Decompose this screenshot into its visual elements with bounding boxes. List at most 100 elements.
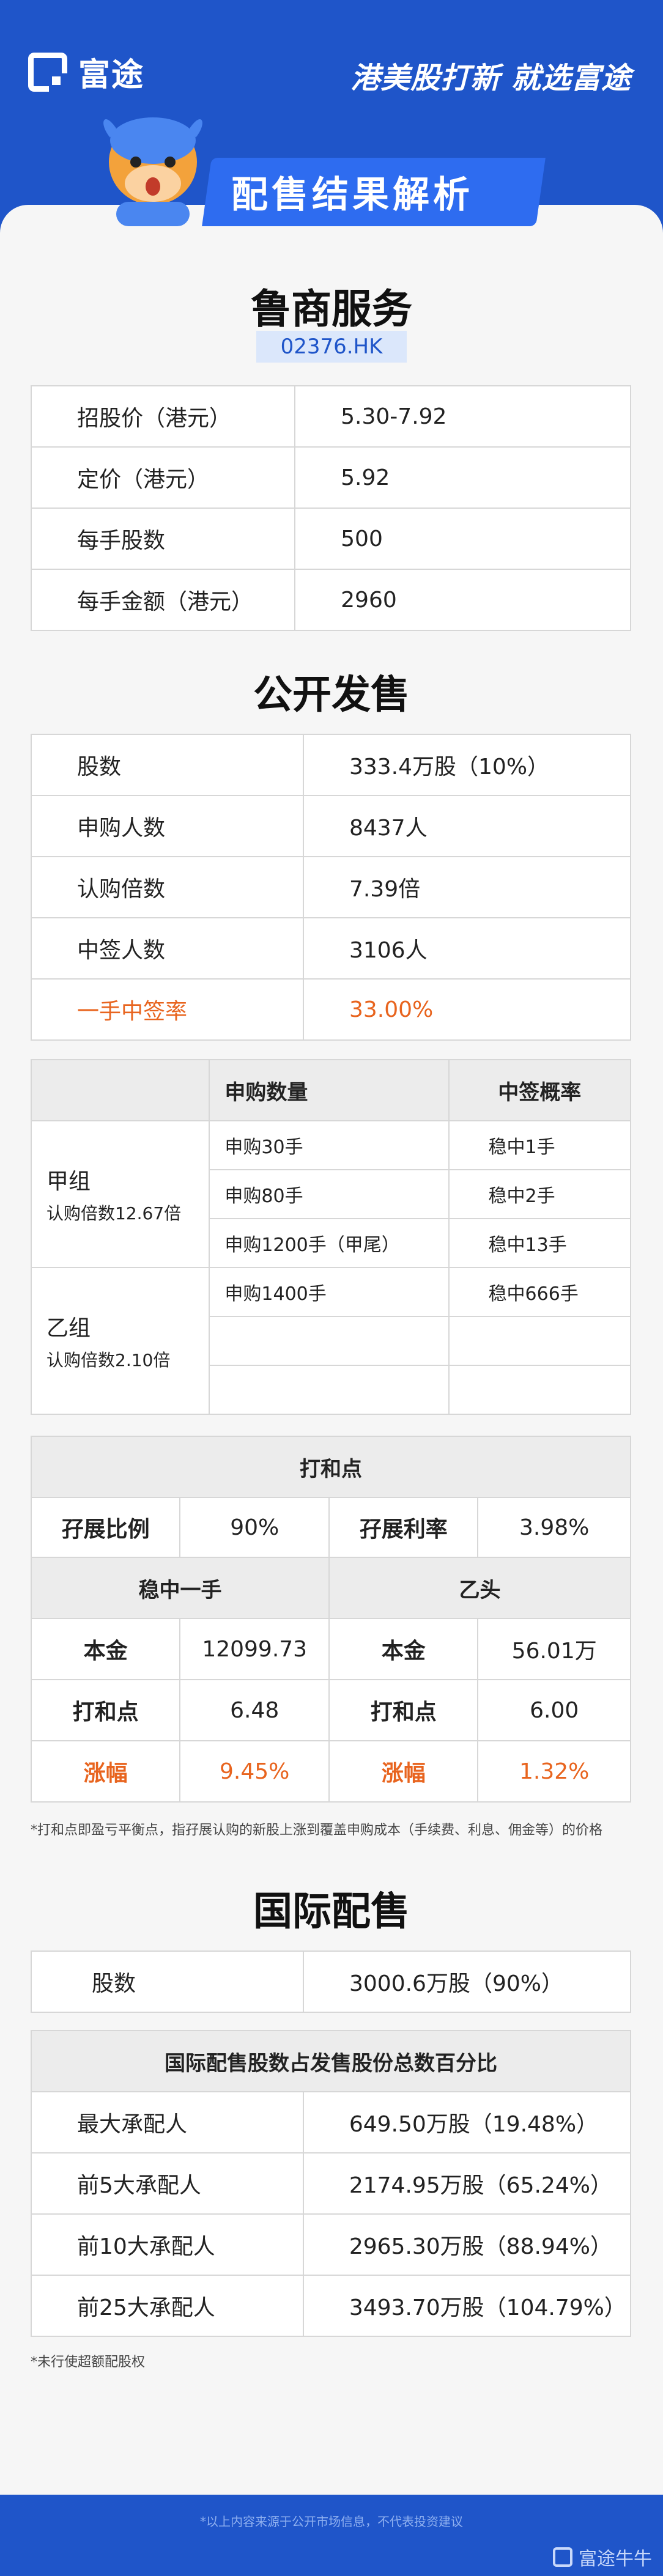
- qty-cell-empty: [209, 1365, 450, 1415]
- left-breakeven: 6.48: [179, 1679, 330, 1741]
- row-label: 前10大承配人: [31, 2213, 304, 2276]
- row-value: 33.00%: [302, 978, 632, 1041]
- table-row: 前25大承配人 3493.70万股（104.79%）: [31, 2275, 632, 2337]
- stock-name: 鲁商服务: [251, 286, 412, 333]
- table-row: 股数 333.4万股（10%）: [31, 734, 632, 796]
- row-value: 333.4万股（10%）: [302, 734, 632, 796]
- group-name: 乙组: [46, 1316, 91, 1341]
- margin-ratio-label: 孖展比例: [30, 1497, 181, 1558]
- qty-cell: 申购1400手: [209, 1267, 450, 1317]
- prob-cell: 稳中1手: [448, 1120, 632, 1170]
- principal-label: 本金: [30, 1618, 181, 1680]
- table-row: 最大承配人 649.50万股（19.48%）: [31, 2091, 632, 2153]
- row-label: 认购倍数: [31, 856, 304, 918]
- group-b-cell: 乙组 认购倍数2.10倍: [30, 1267, 210, 1415]
- row-label: 定价（港元）: [30, 446, 296, 509]
- row-label: 每手股数: [30, 507, 296, 570]
- table-row: 认购倍数 7.39倍: [31, 856, 632, 918]
- qty-cell-empty: [209, 1316, 450, 1366]
- table-row: 打和点 6.48 打和点 6.00: [30, 1679, 631, 1741]
- right-rise: 1.32%: [477, 1740, 631, 1803]
- basic-info-table: 招股价（港元） 5.30-7.92 定价（港元） 5.92 每手股数 500 每…: [30, 385, 631, 631]
- row-value: 8437人: [302, 795, 632, 857]
- right-breakeven: 6.00: [477, 1679, 631, 1741]
- table-row: 乙组 认购倍数2.10倍 申购1400手 稳中666手: [30, 1267, 632, 1415]
- bull-mascot-icon: [103, 117, 202, 226]
- table-header-row: 打和点: [31, 1436, 631, 1498]
- margin-rate-value: 3.98%: [477, 1497, 631, 1558]
- table-row: 本金 12099.73 本金 56.01万: [30, 1618, 631, 1680]
- intl-shares-table: 股数 3000.6万股（90%）: [31, 1950, 632, 2013]
- table-row: 招股价（港元） 5.30-7.92: [30, 385, 631, 448]
- left-principal: 12099.73: [179, 1618, 330, 1680]
- stock-code-badge: 02376.HK: [256, 331, 407, 363]
- row-value: 2174.95万股（65.24%）: [302, 2152, 632, 2215]
- breakeven-label: 打和点: [328, 1679, 479, 1741]
- table-row-highlight: 涨幅 9.45% 涨幅 1.32%: [30, 1740, 631, 1803]
- table-row: 中签人数 3106人: [31, 917, 632, 980]
- row-value: 2960: [294, 569, 631, 631]
- footer-brand-text: 富途牛牛: [579, 2548, 652, 2570]
- table-header-row: 国际配售股数占发售股份总数百分比: [31, 2030, 631, 2092]
- header-cell-empty: [30, 1059, 210, 1121]
- disclaimer: *以上内容来源于公开市场信息，不代表投资建议: [200, 2514, 463, 2529]
- group-sub: 认购倍数2.10倍: [46, 1350, 171, 1370]
- header-cell-prob: 中签概率: [448, 1059, 632, 1121]
- prob-cell-empty: [448, 1316, 632, 1366]
- margin-rate-label: 孖展利率: [328, 1497, 479, 1558]
- row-value: 5.92: [294, 446, 631, 509]
- table-header-row: 稳中一手 乙头: [30, 1557, 631, 1619]
- table-row: 定价（港元） 5.92: [30, 446, 631, 509]
- row-label: 前25大承配人: [31, 2275, 304, 2337]
- margin-ratio-value: 90%: [179, 1497, 330, 1558]
- intl-footnote: *未行使超额配股权: [31, 2355, 146, 2370]
- table-header-row: 申购数量 中签概率: [30, 1059, 632, 1121]
- public-offer-title: 公开发售: [0, 663, 663, 720]
- breakeven-footnote: *打和点即盈亏平衡点，指孖展认购的新股上涨到覆盖申购成本（手续费、利息、佣金等）…: [31, 1823, 603, 1838]
- table-row: 前10大承配人 2965.30万股（88.94%）: [31, 2213, 632, 2276]
- page-title: 配售结果解析: [231, 174, 473, 216]
- row-value: 3493.70万股（104.79%）: [302, 2275, 632, 2337]
- futu-logo-icon: [553, 2547, 572, 2567]
- row-label: 申购人数: [31, 795, 304, 857]
- table-row: 孖展比例 90% 孖展利率 3.98%: [30, 1497, 631, 1558]
- row-label: 中签人数: [31, 917, 304, 980]
- qty-cell: 申购1200手（甲尾）: [209, 1218, 450, 1268]
- slogan: 港美股打新 就选富途: [350, 61, 631, 95]
- breakeven-title: 打和点: [31, 1436, 631, 1498]
- row-label: 一手中签率: [31, 978, 304, 1041]
- table-row: 申购人数 8437人: [31, 795, 632, 857]
- row-label: 股数: [31, 1950, 304, 2013]
- row-value: 649.50万股（19.48%）: [302, 2091, 632, 2153]
- row-label: 股数: [31, 734, 304, 796]
- futu-logo: 富途: [28, 49, 144, 95]
- prob-cell: 稳中13手: [448, 1218, 632, 1268]
- breakeven-table: 打和点 孖展比例 90% 孖展利率 3.98% 稳中一手 乙头 本金 12099…: [30, 1436, 631, 1803]
- allotment-table: 申购数量 中签概率 甲组 认购倍数12.67倍 申购30手 稳中1手 申购80手…: [30, 1059, 632, 1415]
- group-name: 甲组: [46, 1169, 91, 1194]
- intl-offer-title: 国际配售: [0, 1880, 663, 1936]
- futu-logo-icon: [28, 52, 67, 92]
- rise-label: 涨幅: [328, 1740, 479, 1803]
- rise-label: 涨幅: [30, 1740, 181, 1803]
- public-offer-table: 股数 333.4万股（10%） 申购人数 8437人 认购倍数 7.39倍 中签…: [31, 734, 632, 1041]
- prob-cell: 稳中2手: [448, 1169, 632, 1219]
- group-sub: 认购倍数12.67倍: [46, 1203, 182, 1223]
- table-row: 每手股数 500: [30, 507, 631, 570]
- footer-brand: 富途牛牛: [553, 2544, 652, 2570]
- row-value: 3106人: [302, 917, 632, 980]
- right-title: 乙头: [328, 1557, 631, 1619]
- intl-placement-table: 国际配售股数占发售股份总数百分比 最大承配人 649.50万股（19.48%） …: [31, 2030, 632, 2337]
- prob-cell: 稳中666手: [448, 1267, 632, 1317]
- row-label: 每手金额（港元）: [30, 569, 296, 631]
- row-value: 500: [294, 507, 631, 570]
- table-row: 甲组 认购倍数12.67倍 申购30手 稳中1手: [30, 1120, 632, 1268]
- row-label: 前5大承配人: [31, 2152, 304, 2215]
- left-title: 稳中一手: [30, 1557, 330, 1619]
- row-label: 招股价（港元）: [30, 385, 296, 448]
- group-a-cell: 甲组 认购倍数12.67倍: [30, 1120, 210, 1268]
- row-label: 最大承配人: [31, 2091, 304, 2153]
- header-cell-qty: 申购数量: [209, 1059, 450, 1121]
- row-value: 3000.6万股（90%）: [302, 1950, 632, 2013]
- right-principal: 56.01万: [477, 1618, 631, 1680]
